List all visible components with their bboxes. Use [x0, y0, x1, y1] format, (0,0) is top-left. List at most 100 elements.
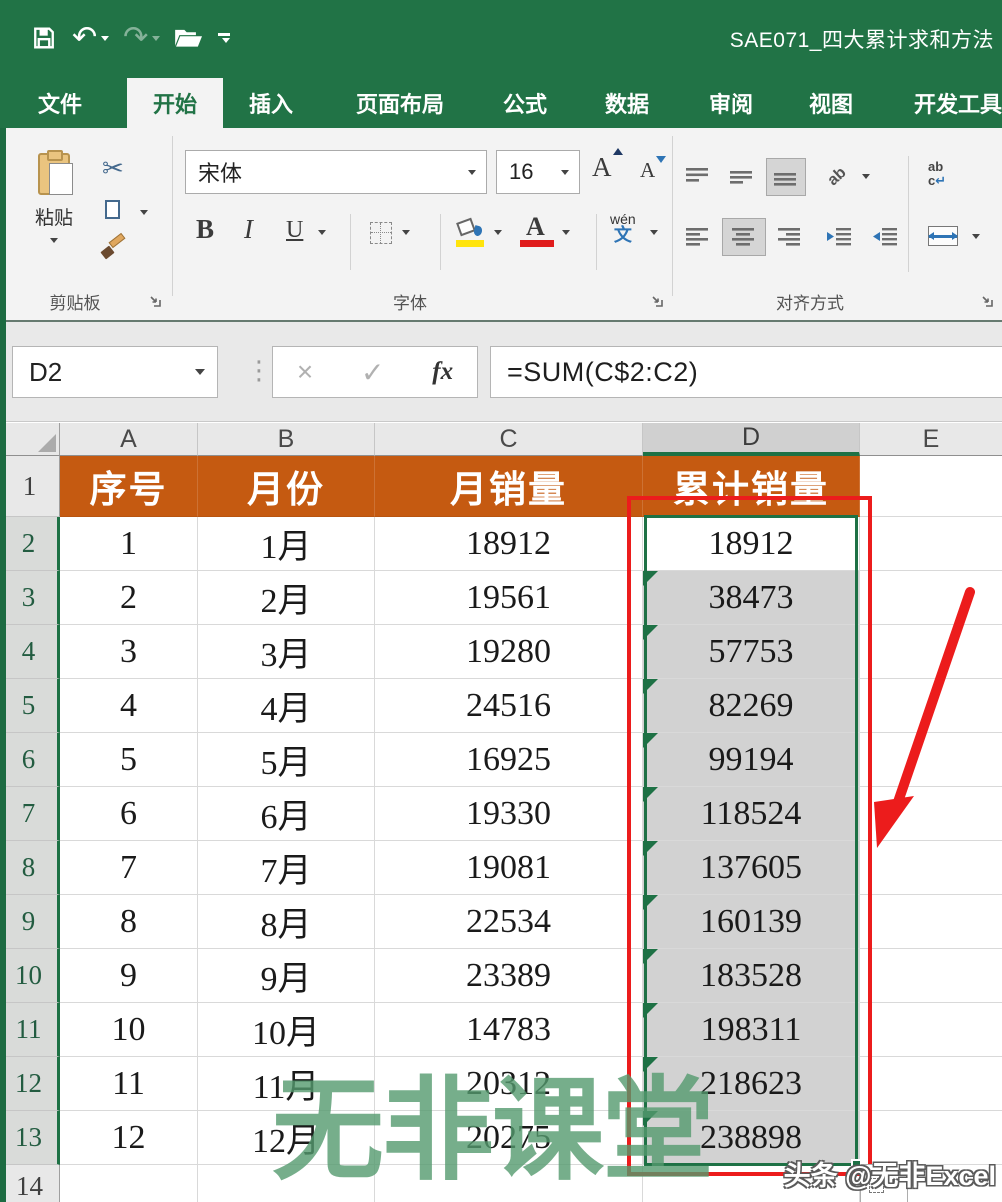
- row-header-4[interactable]: 4: [0, 625, 60, 679]
- cell[interactable]: [198, 1165, 375, 1202]
- enter-icon[interactable]: ✓: [361, 356, 384, 389]
- cell-B6[interactable]: 5月: [198, 733, 375, 787]
- row-header-5[interactable]: 5: [0, 679, 60, 733]
- insert-function-icon[interactable]: fx: [432, 358, 453, 386]
- copy-icon[interactable]: [105, 200, 120, 219]
- cell[interactable]: [860, 841, 1002, 895]
- font-color-dropdown-icon[interactable]: [562, 230, 570, 235]
- tab-插入[interactable]: 插入: [233, 78, 309, 128]
- merge-center-dropdown-icon[interactable]: [972, 234, 980, 239]
- tab-视图[interactable]: 视图: [791, 78, 871, 128]
- wrap-text-icon[interactable]: ab c↵: [928, 160, 946, 187]
- table-header-cell[interactable]: 序号: [60, 456, 198, 517]
- cell-C3[interactable]: 19561: [375, 571, 643, 625]
- cell-D10[interactable]: 183528: [643, 949, 860, 1003]
- cell-B2[interactable]: 1月: [198, 517, 375, 571]
- cell-B13[interactable]: 12月: [198, 1111, 375, 1165]
- column-header-C[interactable]: C: [375, 423, 643, 456]
- cell-D2[interactable]: 18912: [643, 517, 860, 571]
- cell-D7[interactable]: 118524: [643, 787, 860, 841]
- column-header-A[interactable]: A: [60, 423, 198, 456]
- cell[interactable]: [375, 1165, 643, 1202]
- cell-C11[interactable]: 14783: [375, 1003, 643, 1057]
- cell-A3[interactable]: 2: [60, 571, 198, 625]
- cell[interactable]: [860, 1057, 1002, 1111]
- tab-数据[interactable]: 数据: [587, 78, 667, 128]
- row-header-11[interactable]: 11: [0, 1003, 60, 1057]
- cell-A9[interactable]: 8: [60, 895, 198, 949]
- align-top-button[interactable]: [678, 158, 718, 196]
- cell-C13[interactable]: 20275: [375, 1111, 643, 1165]
- cell-A7[interactable]: 6: [60, 787, 198, 841]
- cell-B11[interactable]: 10月: [198, 1003, 375, 1057]
- undo-button[interactable]: ↶: [72, 23, 109, 53]
- row-header-10[interactable]: 10: [0, 949, 60, 1003]
- select-all-corner[interactable]: [0, 423, 60, 456]
- customize-quick-access-icon[interactable]: [218, 33, 230, 43]
- formula-bar-separator-icon[interactable]: ⋮: [246, 356, 272, 386]
- cell-B4[interactable]: 3月: [198, 625, 375, 679]
- name-box[interactable]: D2: [12, 346, 218, 398]
- row-header-9[interactable]: 9: [0, 895, 60, 949]
- alignment-dialog-launcher-icon[interactable]: [980, 294, 993, 312]
- underline-button[interactable]: U: [286, 217, 303, 244]
- align-middle-button[interactable]: [722, 158, 762, 196]
- formula-input[interactable]: =SUM(C$2:C2): [490, 346, 1002, 398]
- cell-D3[interactable]: 38473: [643, 571, 860, 625]
- shrink-font-button[interactable]: A: [640, 158, 655, 183]
- column-header-B[interactable]: B: [198, 423, 375, 456]
- cell-C9[interactable]: 22534: [375, 895, 643, 949]
- cell[interactable]: [860, 1003, 1002, 1057]
- font-name-combo[interactable]: 宋体: [185, 150, 487, 194]
- tab-文件[interactable]: 文件: [18, 78, 102, 128]
- cell-D12[interactable]: 218623: [643, 1057, 860, 1111]
- merge-center-icon[interactable]: [928, 226, 958, 246]
- borders-icon[interactable]: [370, 222, 392, 244]
- phonetic-guide-icon[interactable]: wén文: [610, 212, 636, 244]
- cell-A11[interactable]: 10: [60, 1003, 198, 1057]
- row-header-12[interactable]: 12: [0, 1057, 60, 1111]
- copy-dropdown-icon[interactable]: [140, 210, 148, 215]
- align-bottom-button[interactable]: [766, 158, 806, 196]
- cell-B9[interactable]: 8月: [198, 895, 375, 949]
- table-header-cell[interactable]: 累计销量: [643, 456, 860, 517]
- cell-A6[interactable]: 5: [60, 733, 198, 787]
- cell-A5[interactable]: 4: [60, 679, 198, 733]
- font-color-letter[interactable]: A: [526, 212, 545, 242]
- tab-开始[interactable]: 开始: [127, 78, 223, 128]
- cell-B5[interactable]: 4月: [198, 679, 375, 733]
- font-dialog-launcher-icon[interactable]: [650, 294, 663, 312]
- borders-dropdown-icon[interactable]: [402, 230, 410, 235]
- cell-A10[interactable]: 9: [60, 949, 198, 1003]
- cell-D8[interactable]: 137605: [643, 841, 860, 895]
- cell[interactable]: [860, 517, 1002, 571]
- cell-C6[interactable]: 16925: [375, 733, 643, 787]
- cell[interactable]: [860, 456, 1002, 517]
- row-header-13[interactable]: 13: [0, 1111, 60, 1165]
- cell[interactable]: [860, 895, 1002, 949]
- row-header-14[interactable]: 14: [0, 1165, 60, 1202]
- save-icon[interactable]: [30, 24, 58, 52]
- orientation-icon[interactable]: ab: [824, 164, 850, 190]
- clipboard-dialog-launcher-icon[interactable]: [148, 294, 161, 312]
- align-center-button[interactable]: [722, 218, 766, 256]
- row-header-7[interactable]: 7: [0, 787, 60, 841]
- align-left-button[interactable]: [678, 218, 718, 256]
- tab-页面布局[interactable]: 页面布局: [325, 78, 475, 128]
- cell-C4[interactable]: 19280: [375, 625, 643, 679]
- cell-B3[interactable]: 2月: [198, 571, 375, 625]
- cancel-icon[interactable]: ×: [297, 356, 313, 388]
- cell[interactable]: [860, 571, 1002, 625]
- open-file-icon[interactable]: [174, 25, 204, 51]
- tab-审阅[interactable]: 审阅: [691, 78, 771, 128]
- cell-D6[interactable]: 99194: [643, 733, 860, 787]
- cell-A12[interactable]: 11: [60, 1057, 198, 1111]
- cell-B8[interactable]: 7月: [198, 841, 375, 895]
- paste-button[interactable]: 粘贴: [18, 146, 90, 274]
- grow-font-button[interactable]: A: [592, 152, 612, 183]
- cell[interactable]: [860, 787, 1002, 841]
- align-right-button[interactable]: [770, 218, 810, 256]
- cell-C2[interactable]: 18912: [375, 517, 643, 571]
- decrease-indent-button[interactable]: [818, 218, 860, 256]
- cell-C8[interactable]: 19081: [375, 841, 643, 895]
